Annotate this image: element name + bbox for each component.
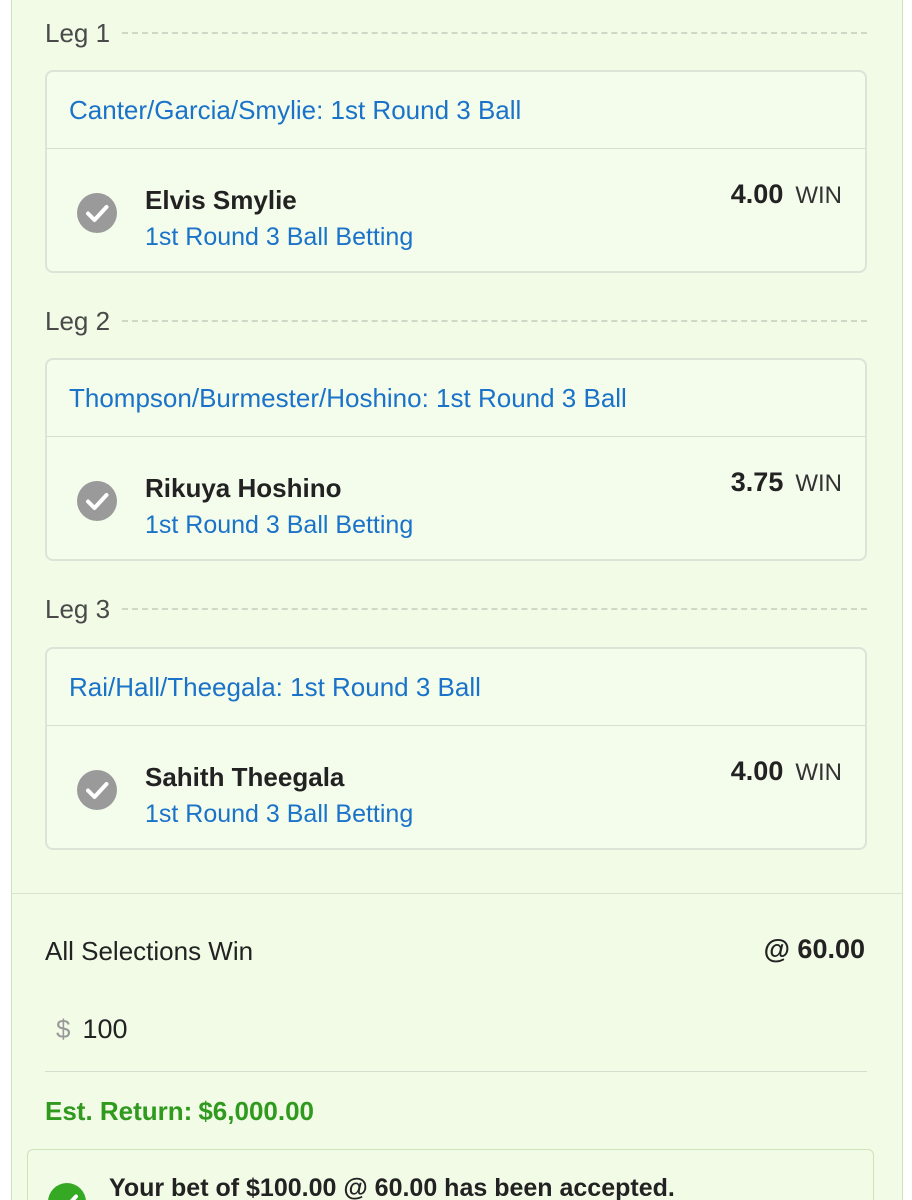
selection-row: Sahith Theegala 1st Round 3 Ball Betting…	[47, 726, 865, 850]
dashed-divider	[122, 32, 867, 34]
odds-value: 3.75	[730, 467, 784, 497]
selection-odds: 4.00 WIN	[731, 179, 842, 210]
leg-label: Leg 1	[45, 17, 111, 48]
section-divider	[12, 893, 902, 894]
leg-header: Leg 3	[45, 594, 867, 624]
checkmark-circle-icon	[77, 193, 117, 233]
leg-label: Leg 2	[45, 305, 111, 336]
selection-name: Rikuya Hoshino	[145, 473, 342, 503]
selection-odds: 4.00 WIN	[731, 756, 842, 787]
selection-market-link[interactable]: 1st Round 3 Ball Betting	[145, 800, 413, 829]
selection-row: Rikuya Hoshino 1st Round 3 Ball Betting …	[47, 437, 865, 561]
selection-name: Sahith Theegala	[145, 762, 345, 792]
odds-value: 4.00	[730, 756, 784, 786]
selection-row: Elvis Smylie 1st Round 3 Ball Betting 4.…	[47, 149, 865, 273]
est-return-label: Est. Return:	[45, 1096, 193, 1126]
dashed-divider	[122, 320, 867, 322]
market-title-link[interactable]: Canter/Garcia/Smylie: 1st Round 3 Ball	[47, 72, 865, 149]
bet-type: WIN	[795, 470, 842, 497]
market-title-link[interactable]: Rai/Hall/Theegala: 1st Round 3 Ball	[47, 649, 865, 726]
checkmark-circle-icon	[77, 770, 117, 810]
stake-underline	[45, 1071, 867, 1072]
dashed-divider	[122, 608, 867, 610]
leg-header: Leg 2	[45, 306, 867, 336]
stake-value: 100	[82, 1014, 128, 1044]
selection-market-link[interactable]: 1st Round 3 Ball Betting	[145, 223, 413, 252]
leg-card: Canter/Garcia/Smylie: 1st Round 3 Ball E…	[45, 70, 867, 273]
bet-accepted-message: Your bet of $100.00 @ 60.00 has been acc…	[109, 1174, 675, 1200]
combined-odds: @ 60.00	[763, 934, 865, 964]
currency-symbol: $	[56, 1014, 71, 1044]
est-return-value: $6,000.00	[198, 1096, 315, 1126]
multi-summary-label: All Selections Win	[45, 936, 254, 966]
bet-type: WIN	[795, 182, 842, 209]
checkmark-circle-icon	[48, 1183, 86, 1200]
odds-value: 4.00	[730, 179, 784, 209]
selection-odds: 3.75 WIN	[731, 467, 842, 498]
selection-name: Elvis Smylie	[145, 185, 297, 215]
checkmark-circle-icon	[77, 481, 117, 521]
leg-card: Rai/Hall/Theegala: 1st Round 3 Ball Sahi…	[45, 647, 867, 850]
estimated-return: Est. Return: $6,000.00	[45, 1096, 314, 1127]
leg-header: Leg 1	[45, 18, 867, 48]
bet-type: WIN	[795, 759, 842, 786]
bet-accepted-banner: Your bet of $100.00 @ 60.00 has been acc…	[27, 1149, 874, 1200]
stake-field: $ 100	[45, 1014, 128, 1045]
leg-card: Thompson/Burmester/Hoshino: 1st Round 3 …	[45, 358, 867, 561]
leg-label: Leg 3	[45, 593, 111, 624]
selection-market-link[interactable]: 1st Round 3 Ball Betting	[145, 511, 413, 540]
market-title-link[interactable]: Thompson/Burmester/Hoshino: 1st Round 3 …	[47, 360, 865, 437]
